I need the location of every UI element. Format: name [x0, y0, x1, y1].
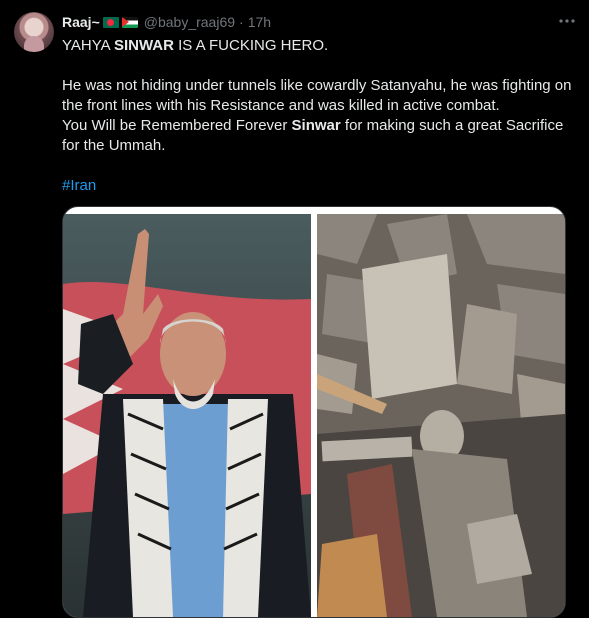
- p3-pre: You Will be Remembered Forever: [62, 117, 292, 134]
- photo-right[interactable]: [317, 214, 565, 617]
- separator-dot: ·: [239, 14, 244, 30]
- tweet-media[interactable]: [62, 206, 566, 618]
- tweet-header: Raaj~ @baby_raaj69 · 17h: [62, 13, 271, 31]
- p3-bold: Sinwar: [291, 117, 341, 134]
- tweet: Raaj~ @baby_raaj69 · 17h YAHYA SINWAR IS…: [0, 0, 589, 618]
- avatar[interactable]: [14, 12, 54, 52]
- tweet-paragraph: He was not hiding under tunnels like cow…: [62, 77, 572, 114]
- photo-left[interactable]: [63, 214, 311, 617]
- display-name[interactable]: Raaj~: [62, 14, 100, 30]
- headline-bold: SINWAR: [113, 37, 174, 54]
- timestamp[interactable]: 17h: [248, 14, 271, 30]
- bangladesh-flag-icon: [102, 16, 119, 28]
- user-handle[interactable]: @baby_raaj69: [144, 14, 235, 30]
- headline-pre: YAHYA: [62, 37, 114, 54]
- headline-post: IS A FUCKING HERO.: [173, 37, 329, 54]
- more-horizontal-icon[interactable]: [557, 13, 577, 29]
- tweet-headline: YAHYA SINWAR IS A FUCKING HERO.: [62, 36, 574, 56]
- hashtag-link[interactable]: #Iran: [62, 177, 96, 194]
- tweet-paragraph-2: You Will be Remembered Forever Sinwar fo…: [62, 116, 574, 156]
- palestine-flag-icon: [121, 16, 138, 28]
- tweet-text: YAHYA SINWAR IS A FUCKING HERO. He was n…: [62, 36, 574, 196]
